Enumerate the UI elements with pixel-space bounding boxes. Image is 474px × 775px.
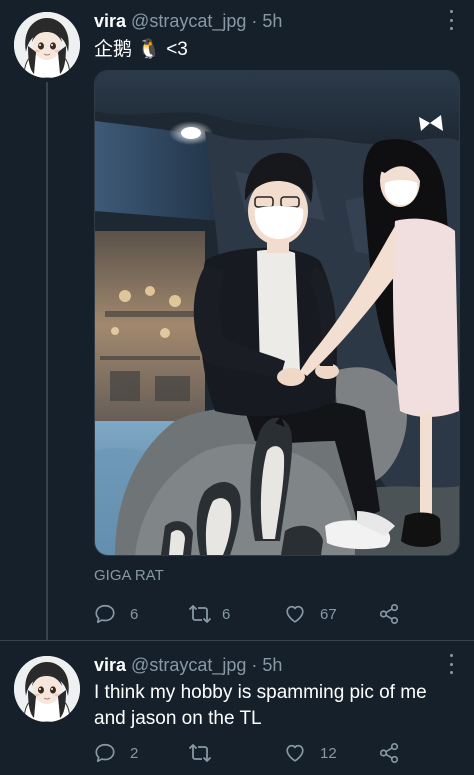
retweet-icon — [188, 605, 212, 623]
share-icon — [379, 743, 399, 763]
share-button[interactable] — [378, 603, 400, 625]
media-caption: GIGA RAT — [94, 567, 164, 584]
heart-icon — [286, 605, 304, 623]
separator-dot: · — [251, 655, 258, 675]
reply-icon — [95, 604, 115, 624]
retweet-button[interactable] — [188, 742, 222, 764]
tweet-actions: 2 12 — [94, 742, 424, 766]
heart-icon — [286, 744, 304, 762]
like-button[interactable]: 12 — [284, 742, 337, 764]
retweet-button[interactable]: 6 — [188, 603, 230, 625]
retweet-icon — [188, 744, 212, 762]
reply-count: 6 — [130, 605, 139, 623]
timestamp[interactable]: 5h — [262, 11, 282, 31]
tweet-text: I think my hobby is spamming pic of me a… — [94, 682, 427, 729]
tweet-actions: 6 6 67 — [94, 603, 424, 627]
timestamp[interactable]: 5h — [262, 655, 282, 675]
share-button[interactable] — [378, 742, 400, 764]
display-name[interactable]: vira — [94, 655, 126, 675]
thread-connector-line — [46, 82, 48, 640]
tweet-text: 企鹅 🐧 <3 — [94, 39, 188, 60]
reply-button[interactable]: 6 — [94, 603, 138, 625]
tweet[interactable]: vira @straycat_jpg · 5h 企鹅 🐧 <3 GIGA RAT… — [0, 0, 474, 640]
tweet[interactable]: vira @straycat_jpg · 5h I think my hobby… — [0, 640, 474, 775]
reply-count: 2 — [130, 744, 139, 762]
retweet-count: 6 — [222, 605, 231, 623]
reply-button[interactable]: 2 — [94, 742, 138, 764]
more-icon[interactable] — [448, 654, 454, 674]
user-handle[interactable]: @straycat_jpg — [131, 655, 246, 675]
user-handle[interactable]: @straycat_jpg — [131, 11, 246, 31]
avatar[interactable] — [14, 656, 80, 722]
display-name[interactable]: vira — [94, 11, 126, 31]
avatar[interactable] — [14, 12, 80, 78]
like-button[interactable]: 67 — [284, 603, 337, 625]
like-count: 67 — [320, 605, 337, 623]
tweet-photo[interactable] — [94, 70, 460, 556]
share-icon — [379, 604, 399, 624]
more-icon[interactable] — [448, 10, 454, 30]
separator-dot: · — [251, 11, 258, 31]
like-count: 12 — [320, 744, 337, 762]
tweet-header: vira @straycat_jpg · 5h — [94, 654, 282, 676]
reply-icon — [95, 743, 115, 763]
tweet-header: vira @straycat_jpg · 5h — [94, 10, 282, 32]
